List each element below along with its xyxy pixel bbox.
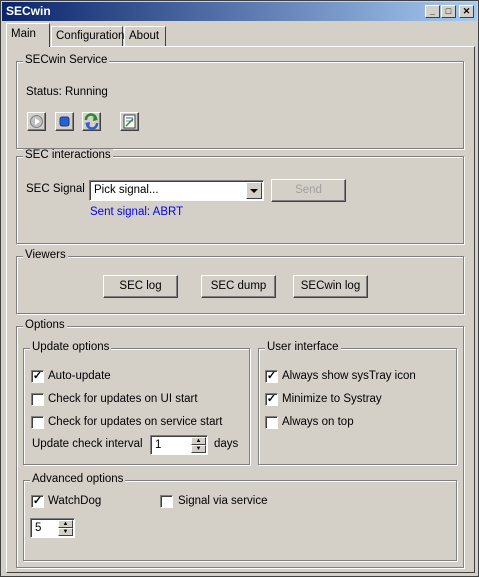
- check-ui-start-checkbox[interactable]: [31, 393, 44, 406]
- tab-panel-main: SECwin Service Status: Running SEC inter…: [6, 46, 475, 573]
- stop-service-button[interactable]: [55, 112, 74, 131]
- auto-update-label: Auto-update: [48, 370, 111, 382]
- check-ui-start-label: Check for updates on UI start: [48, 393, 198, 405]
- sec-signal-label: SEC Signal: [26, 183, 85, 195]
- sec-dump-button[interactable]: SEC dump: [201, 275, 276, 298]
- options-group-title: Options: [23, 319, 67, 331]
- spin-down-icon[interactable]: ▼: [191, 445, 206, 453]
- properties-icon: [123, 114, 136, 129]
- watchdog-checkbox[interactable]: ✓: [31, 495, 44, 508]
- tab-configuration-label: Configuration: [56, 30, 125, 42]
- play-icon: [30, 115, 43, 128]
- service-group-title: SECwin Service: [23, 54, 110, 66]
- tab-main-label: Main: [11, 28, 36, 40]
- spin-up-icon[interactable]: ▲: [58, 520, 73, 528]
- service-properties-button[interactable]: [120, 112, 139, 131]
- send-button[interactable]: Send: [271, 179, 346, 202]
- advanced-options-title: Advanced options: [30, 473, 126, 485]
- watchdog-stepper[interactable]: 5 ▲ ▼: [30, 518, 75, 538]
- service-group: SECwin Service Status: Running: [16, 54, 464, 149]
- tab-configuration[interactable]: Configuration: [51, 26, 125, 46]
- interactions-group: SEC interactions SEC Signal Pick signal.…: [16, 149, 464, 244]
- watchdog-label: WatchDog: [48, 495, 102, 507]
- interactions-group-title: SEC interactions: [23, 149, 113, 161]
- update-interval-stepper[interactable]: 1 ▲ ▼: [150, 435, 208, 455]
- restart-icon: [84, 113, 99, 130]
- systray-icon-checkbox[interactable]: ✓: [265, 370, 278, 383]
- update-interval-unit: days: [214, 438, 239, 450]
- start-service-button[interactable]: [27, 112, 46, 131]
- sec-log-button[interactable]: SEC log: [103, 275, 178, 298]
- always-on-top-label: Always on top: [282, 416, 354, 428]
- sent-signal-text: Sent signal: ABRT: [90, 206, 184, 218]
- restart-service-button[interactable]: [82, 112, 101, 131]
- secwin-log-button[interactable]: SECwin log: [293, 275, 368, 298]
- sec-signal-select-value: Pick signal...: [94, 184, 159, 196]
- spin-down-icon[interactable]: ▼: [58, 528, 73, 536]
- maximize-button[interactable]: □: [441, 5, 456, 18]
- update-interval-value: 1: [155, 439, 162, 451]
- signal-via-service-checkbox[interactable]: [160, 495, 173, 508]
- minimize-systray-checkbox[interactable]: ✓: [265, 393, 278, 406]
- tab-about[interactable]: About: [124, 26, 166, 46]
- always-on-top-checkbox[interactable]: [265, 416, 278, 429]
- watchdog-value: 5: [35, 522, 42, 534]
- auto-update-checkbox[interactable]: ✓: [31, 370, 44, 383]
- minimize-button[interactable]: _: [425, 5, 440, 18]
- minimize-systray-label: Minimize to Systray: [282, 393, 382, 405]
- update-options-group: Update options ✓ Auto-update Check for u…: [23, 341, 250, 465]
- update-interval-label: Update check interval: [32, 438, 143, 450]
- signal-via-service-label: Signal via service: [178, 495, 268, 507]
- sec-signal-select[interactable]: Pick signal...: [89, 180, 264, 201]
- tab-about-label: About: [129, 30, 160, 42]
- systray-icon-label: Always show sysTray icon: [282, 370, 416, 382]
- app-window: SECwin _ □ ✕ Main Configuration About SE…: [0, 0, 479, 577]
- options-group: Options Update options ✓ Auto-update Che…: [16, 319, 464, 568]
- user-interface-title: User interface: [265, 341, 341, 353]
- viewers-group-title: Viewers: [23, 249, 68, 261]
- check-service-start-checkbox[interactable]: [31, 416, 44, 429]
- chevron-down-icon[interactable]: [246, 182, 262, 199]
- stop-icon: [59, 116, 70, 127]
- check-service-start-label: Check for updates on service start: [48, 416, 223, 428]
- advanced-options-group: Advanced options ✓ WatchDog Signal via s…: [23, 473, 457, 561]
- viewers-group: Viewers SEC log SEC dump SECwin log: [16, 249, 464, 314]
- spin-up-icon[interactable]: ▲: [191, 437, 206, 445]
- close-button[interactable]: ✕: [459, 5, 474, 18]
- update-options-title: Update options: [30, 341, 112, 353]
- service-status: Status: Running: [26, 86, 108, 98]
- window-title: SECwin: [6, 4, 51, 18]
- user-interface-group: User interface ✓ Always show sysTray ico…: [258, 341, 457, 465]
- title-bar[interactable]: SECwin _ □ ✕: [2, 2, 477, 21]
- tab-main[interactable]: Main: [6, 23, 50, 47]
